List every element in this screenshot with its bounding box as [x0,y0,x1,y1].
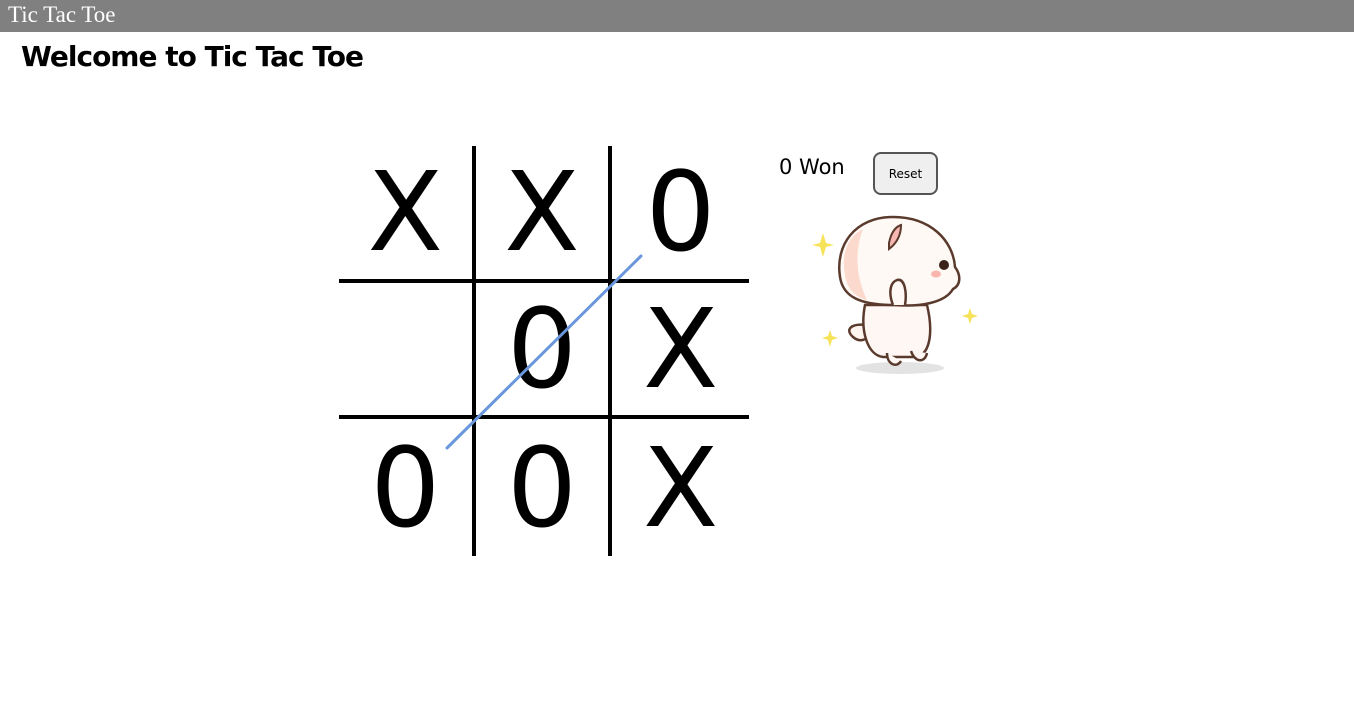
board-cell[interactable]: 0 [339,419,476,556]
board-cell[interactable]: 0 [612,146,749,283]
board-cell[interactable]: X [339,146,476,283]
board-cell[interactable]: X [612,419,749,556]
score-text: 0 Won [779,155,845,179]
cat-mascot-icon [812,215,978,374]
window-title: Tic Tac Toe [8,2,116,27]
board-cell[interactable]: 0 [475,282,613,420]
reset-button[interactable]: Reset [873,152,938,195]
window-title-bar: Tic Tac Toe [0,0,1354,32]
page-title: Welcome to Tic Tac Toe [21,40,364,73]
board-cell[interactable] [339,282,476,420]
board-cell[interactable]: X [612,283,749,420]
game-board: X X 0 0 X 0 0 X [339,146,749,556]
board-cell[interactable]: X [475,146,613,283]
board-cell[interactable]: 0 [476,419,613,556]
